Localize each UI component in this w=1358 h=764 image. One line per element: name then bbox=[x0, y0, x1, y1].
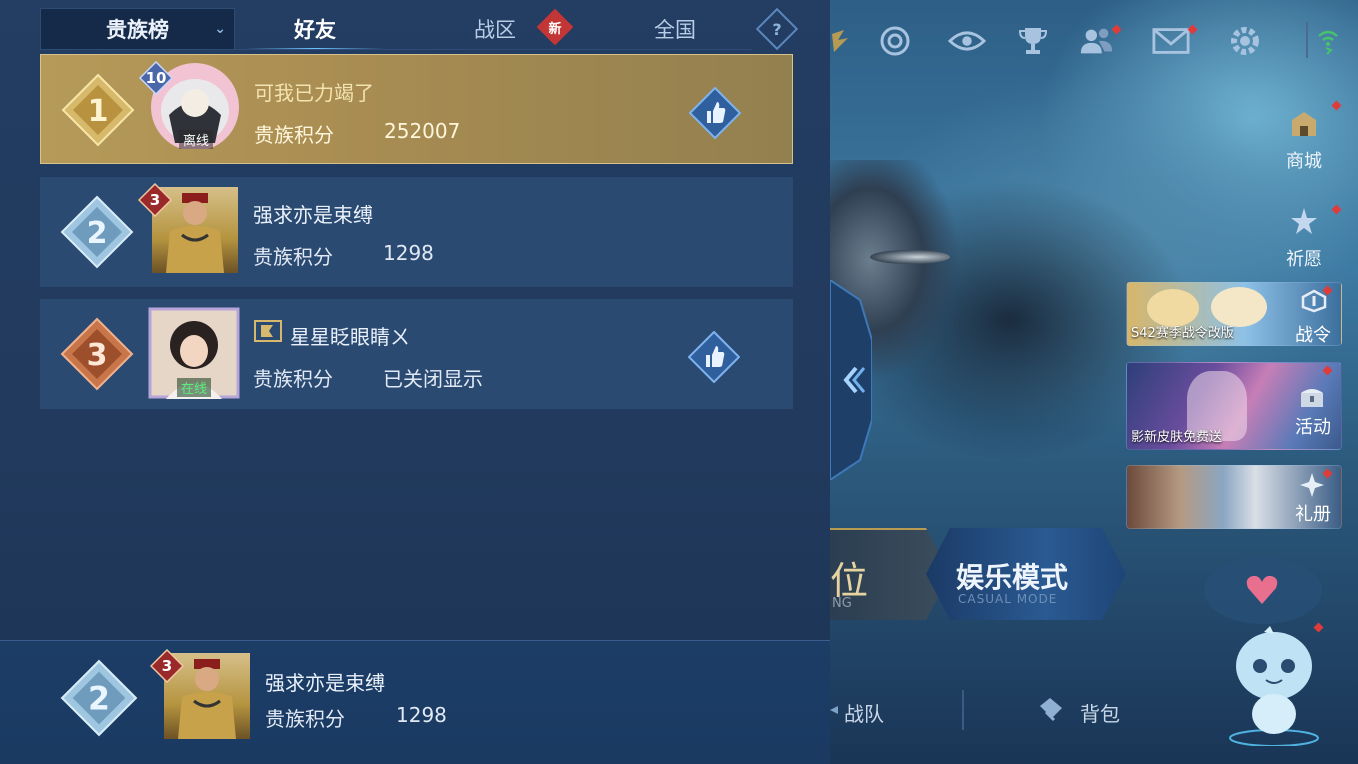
chevron-down-icon: ⌄ bbox=[214, 21, 226, 37]
bag-nav-item[interactable]: 背包 bbox=[1080, 698, 1120, 727]
divider bbox=[962, 690, 964, 730]
ranking-type-dropdown[interactable]: 贵族榜 ⌄ bbox=[40, 8, 235, 50]
score-label: 贵族积分 bbox=[253, 245, 333, 269]
score-value: 已关闭显示 bbox=[383, 367, 483, 391]
player-name: 可我已力竭了 bbox=[254, 81, 374, 105]
score-label: 贵族积分 bbox=[254, 123, 334, 147]
battlepass-card[interactable]: S42赛季战令改版 战令 bbox=[1126, 282, 1342, 346]
trophy-icon[interactable] bbox=[1014, 22, 1052, 60]
hero-eye bbox=[870, 250, 950, 264]
rank-2-badge-icon: 2 bbox=[60, 195, 134, 269]
ranking-row[interactable]: 1 10 离线 可我已力竭了 贵族积分 252007 bbox=[40, 54, 793, 164]
notification-dot bbox=[1322, 365, 1333, 376]
shop-button[interactable]: 商城 bbox=[1264, 100, 1344, 173]
player-avatar[interactable]: 在线 bbox=[148, 307, 240, 399]
my-score-value: 1298 bbox=[396, 703, 447, 727]
tab-label: 战区 bbox=[474, 18, 516, 42]
svg-text:2: 2 bbox=[87, 216, 108, 251]
chat-bubble[interactable] bbox=[1204, 558, 1322, 624]
player-name: 星星眨眼睛ㄨ bbox=[290, 325, 410, 349]
dropdown-label: 贵族榜 bbox=[106, 18, 169, 42]
svg-text:3: 3 bbox=[87, 338, 108, 373]
partial-icon[interactable] bbox=[830, 22, 850, 60]
wish-button[interactable]: 祈愿 bbox=[1264, 204, 1344, 271]
my-name: 强求亦是束缚 bbox=[265, 671, 385, 695]
tab-war-zone[interactable]: 战区 新 bbox=[440, 8, 574, 50]
ranking-panel: 贵族榜 ⌄ 好友 战区 新 全国 ? 1 10 离线 可我已力竭了 贵族积分 2… bbox=[0, 0, 830, 764]
ranked-sublabel: NG bbox=[832, 596, 852, 611]
treasure-chest-icon bbox=[1299, 385, 1325, 409]
casual-label: 娱乐模式 bbox=[956, 561, 1069, 594]
score-label: 贵族积分 bbox=[253, 367, 333, 391]
my-avatar[interactable]: 3 bbox=[149, 648, 250, 739]
wish-star-icon bbox=[1264, 206, 1344, 245]
gift-star-icon bbox=[1299, 472, 1325, 498]
tab-label: 全国 bbox=[654, 18, 696, 42]
heart-icon bbox=[1244, 572, 1280, 608]
casual-mode-button[interactable]: 娱乐模式 CASUAL MODE bbox=[926, 528, 1126, 620]
player-name: 强求亦是束缚 bbox=[253, 203, 373, 227]
online-status: 在线 bbox=[176, 378, 212, 397]
ranking-row[interactable]: 3 在线 星星眨眼睛ㄨ 贵族积分 已关闭显示 bbox=[40, 299, 793, 409]
team-nav-item[interactable]: 战队 bbox=[844, 698, 884, 727]
like-thumbs-up-icon[interactable] bbox=[688, 86, 742, 140]
svg-text:1: 1 bbox=[88, 94, 109, 129]
like-thumbs-up-icon[interactable] bbox=[687, 330, 741, 384]
gift-label: 礼册 bbox=[1295, 504, 1331, 525]
rank-3-badge-icon: 3 bbox=[60, 317, 134, 391]
score-value: 1298 bbox=[383, 241, 434, 265]
battlepass-promo-label: S42赛季战令改版 bbox=[1131, 326, 1234, 341]
player-avatar[interactable]: 3 bbox=[137, 182, 238, 273]
tab-friends[interactable]: 好友 bbox=[245, 8, 385, 50]
mascot-assistant[interactable] bbox=[1226, 622, 1324, 747]
friends-icon[interactable] bbox=[1078, 22, 1122, 60]
team-arrow-icon bbox=[830, 690, 842, 730]
wifi-signal-icon bbox=[1316, 22, 1340, 60]
score-value: 252007 bbox=[384, 119, 461, 143]
mail-icon[interactable] bbox=[1152, 22, 1198, 60]
svg-text:2: 2 bbox=[88, 682, 110, 718]
lobby-background: 商城 祈愿 S42赛季战令改版 战令 影新皮肤免费送 活动 礼册 位 NG 娱乐… bbox=[830, 0, 1358, 764]
rank-1-badge-icon: 1 bbox=[61, 73, 135, 147]
battlepass-label: 战令 bbox=[1295, 325, 1331, 346]
activity-label: 活动 bbox=[1295, 417, 1331, 438]
tab-underline bbox=[235, 49, 752, 50]
my-score-label: 贵族积分 bbox=[265, 707, 345, 731]
vip-level-badge: 3 bbox=[137, 182, 173, 218]
my-ranking-bar: 2 3 强求亦是束缚 贵族积分 1298 bbox=[0, 640, 830, 764]
help-button[interactable]: ? bbox=[755, 7, 799, 51]
guild-flag-icon bbox=[253, 319, 283, 345]
gift-card[interactable]: 礼册 bbox=[1126, 465, 1342, 529]
bag-icon bbox=[1036, 694, 1066, 724]
casual-sublabel: CASUAL MODE bbox=[958, 592, 1058, 606]
wish-label: 祈愿 bbox=[1286, 249, 1322, 270]
mascot-art bbox=[1211, 287, 1267, 327]
question-icon: ? bbox=[772, 19, 782, 39]
shop-icon bbox=[1264, 108, 1344, 147]
player-avatar[interactable]: 10 离线 bbox=[138, 60, 239, 151]
vip-level-badge: 10 bbox=[138, 60, 174, 96]
ranking-row[interactable]: 2 3 强求亦是束缚 贵族积分 1298 bbox=[40, 177, 793, 287]
activity-card[interactable]: 影新皮肤免费送 活动 bbox=[1126, 362, 1342, 450]
ranking-tabs: 贵族榜 ⌄ 好友 战区 新 全国 ? bbox=[40, 7, 799, 51]
settings-gear-icon[interactable] bbox=[1226, 22, 1264, 60]
shop-label: 商城 bbox=[1286, 151, 1322, 172]
vip-level-badge: 3 bbox=[149, 648, 185, 684]
offline-status: 离线 bbox=[178, 130, 214, 149]
new-badge: 新 bbox=[536, 8, 574, 46]
top-icon-bar bbox=[830, 22, 1358, 62]
rank-2-badge-icon: 2 bbox=[60, 659, 138, 737]
tab-nationwide[interactable]: 全国 bbox=[620, 8, 730, 50]
collapse-panel-button[interactable] bbox=[829, 278, 873, 482]
divider bbox=[1306, 22, 1308, 58]
tab-label: 好友 bbox=[294, 18, 336, 42]
eye-replay-icon[interactable] bbox=[948, 22, 986, 60]
activity-promo-label: 影新皮肤免费送 bbox=[1131, 430, 1223, 445]
spiral-icon[interactable] bbox=[876, 22, 914, 60]
